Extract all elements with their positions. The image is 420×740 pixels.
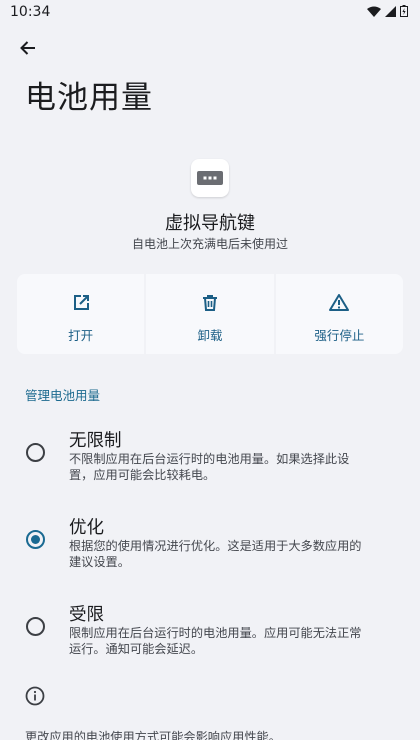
option-optimized[interactable]: 优化 根据您的使用情况进行优化。这是适用于大多数应用的 建议设置。	[0, 512, 420, 574]
trash-icon	[200, 293, 220, 317]
option-title: 无限制	[69, 431, 122, 451]
battery-usage-screen: 10:34 电池用量 虚拟导航键 自电池上次充满电后未使用过 打开 卸载 强行停…	[0, 0, 420, 740]
back-button[interactable]	[14, 36, 42, 64]
radio-restricted[interactable]	[26, 617, 45, 636]
radio-optimized[interactable]	[26, 530, 45, 549]
info-icon	[25, 686, 45, 706]
app-usage-summary: 自电池上次充满电后未使用过	[131, 237, 288, 251]
signal-icon	[385, 5, 396, 17]
option-description-line: 根据您的使用情况进行优化。这是适用于大多数应用的	[69, 539, 362, 553]
uninstall-button[interactable]: 卸载	[146, 274, 274, 354]
app-name: 虚拟导航键	[165, 213, 255, 234]
option-description-line: 不限制应用在后台运行时的电池用量。如果选择此设	[69, 452, 350, 466]
status-bar: 10:34	[0, 0, 420, 26]
arrow-back-icon	[19, 39, 37, 61]
battery-icon	[400, 5, 408, 17]
radio-unrestricted[interactable]	[26, 443, 45, 462]
status-time: 10:34	[10, 4, 51, 20]
force-stop-button[interactable]: 强行停止	[275, 274, 403, 354]
option-description-line: 运行。通知可能会延迟。	[69, 642, 204, 656]
option-description-line: 限制应用在后台运行时的电池用量。应用可能无法正常	[69, 626, 362, 640]
open-button[interactable]: 打开	[17, 274, 145, 354]
option-title: 受限	[69, 605, 104, 625]
app-actions: 打开 卸载 强行停止	[17, 274, 403, 354]
footer-note: 更改应用的电池使用方式可能会影响应用性能。	[25, 730, 281, 740]
uninstall-label: 卸载	[197, 328, 223, 343]
option-unrestricted[interactable]: 无限制 不限制应用在后台运行时的电池用量。如果选择此设 置，应用可能会比较耗电。	[0, 425, 420, 487]
option-description-line: 置，应用可能会比较耗电。	[69, 468, 216, 482]
page-title: 电池用量	[25, 80, 153, 116]
status-icons	[367, 5, 408, 17]
app-icon	[191, 159, 229, 197]
section-header: 管理电池用量	[25, 388, 101, 403]
wifi-icon	[367, 6, 381, 17]
option-restricted[interactable]: 受限 限制应用在后台运行时的电池用量。应用可能无法正常 运行。通知可能会延迟。	[0, 599, 420, 661]
open-label: 打开	[68, 328, 94, 343]
force-stop-label: 强行停止	[314, 328, 365, 343]
option-title: 优化	[69, 518, 104, 538]
warning-icon	[329, 293, 350, 317]
option-description-line: 建议设置。	[69, 555, 130, 569]
open-external-icon	[71, 293, 91, 317]
